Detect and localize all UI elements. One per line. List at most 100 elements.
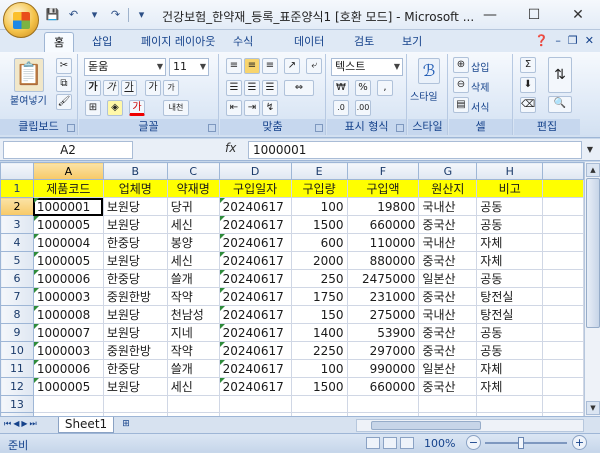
office-button[interactable] — [3, 2, 39, 38]
data-cell[interactable]: 쓸개 — [166, 269, 220, 288]
page-layout-view-icon[interactable] — [383, 437, 397, 449]
data-cell[interactable]: 보원당 — [102, 215, 168, 234]
data-cell[interactable]: 100 — [290, 197, 348, 216]
zoom-slider-thumb[interactable] — [518, 437, 524, 449]
ribbon-restore-icon[interactable]: ❐ — [568, 34, 578, 47]
row-header[interactable]: 6 — [0, 269, 34, 288]
data-cell[interactable]: 국내산 — [418, 233, 478, 252]
column-header[interactable]: B — [102, 162, 168, 180]
font-size-combo[interactable]: 11 ▼ — [169, 58, 209, 76]
empty-cell[interactable] — [542, 359, 584, 378]
empty-cell[interactable] — [542, 305, 584, 324]
number-format-combo[interactable]: 텍스트 ▼ — [331, 58, 403, 76]
shrink-font-button[interactable]: 가 — [163, 80, 179, 96]
data-cell[interactable]: 1000005 — [32, 251, 104, 270]
data-cell[interactable]: 1000008 — [32, 305, 104, 324]
data-cell[interactable]: 20240617 — [218, 359, 292, 378]
data-cell[interactable]: 20240617 — [218, 269, 292, 288]
data-cell[interactable]: 세신 — [166, 377, 220, 396]
clipboard-dialog-launcher[interactable] — [67, 124, 75, 132]
data-cell[interactable]: 20240617 — [218, 197, 292, 216]
zoom-level[interactable]: 100% — [424, 437, 455, 450]
data-cell[interactable]: 1500 — [290, 377, 348, 396]
header-cell[interactable]: 구입일자 — [218, 179, 292, 198]
data-cell[interactable]: 660000 — [346, 377, 420, 396]
vertical-scroll-thumb[interactable] — [586, 178, 600, 328]
data-cell[interactable]: 천남성 — [166, 305, 220, 324]
formula-input[interactable]: 1000001 — [248, 141, 582, 159]
autosum-icon[interactable]: Σ — [520, 57, 536, 73]
cut-icon[interactable]: ✂ — [56, 58, 72, 74]
data-cell[interactable]: 중국산 — [418, 251, 478, 270]
customize-qat-icon[interactable]: ▾ — [133, 6, 150, 23]
empty-cell[interactable] — [542, 215, 584, 234]
row-header[interactable]: 2 — [0, 197, 34, 216]
data-cell[interactable]: 봉양 — [166, 233, 220, 252]
row-header[interactable]: 3 — [0, 215, 34, 234]
row-header[interactable]: 12 — [0, 377, 34, 396]
data-cell[interactable]: 탕전실 — [476, 305, 544, 324]
data-cell[interactable]: 1400 — [290, 323, 348, 342]
data-cell[interactable]: 공동 — [476, 323, 544, 342]
zoom-slider-track[interactable] — [485, 442, 567, 444]
column-header[interactable]: E — [290, 162, 348, 180]
data-cell[interactable]: 1000001 — [32, 197, 104, 216]
ribbon-close-icon[interactable]: ✕ — [585, 34, 594, 47]
styles-icon[interactable]: ℬ — [418, 58, 440, 84]
row-header[interactable]: 4 — [0, 233, 34, 252]
header-cell[interactable]: 구입량 — [290, 179, 348, 198]
data-cell[interactable]: 880000 — [346, 251, 420, 270]
data-cell[interactable]: 20240617 — [218, 305, 292, 324]
data-cell[interactable]: 231000 — [346, 287, 420, 306]
insert-cells-button[interactable]: 삽입 — [471, 59, 489, 74]
undo-icon[interactable]: ↶ — [65, 6, 82, 23]
empty-cell[interactable] — [542, 251, 584, 270]
data-cell[interactable]: 보원당 — [102, 377, 168, 396]
data-cell[interactable]: 20240617 — [218, 323, 292, 342]
data-cell[interactable]: 중국산 — [418, 377, 478, 396]
empty-cell[interactable] — [542, 269, 584, 288]
delete-cells-button[interactable]: 삭제 — [471, 79, 489, 94]
empty-cell[interactable] — [542, 377, 584, 396]
merge-center-icon[interactable]: ⇔ — [284, 80, 314, 96]
header-cell[interactable]: 제품코드 — [32, 179, 104, 198]
empty-cell[interactable] — [542, 287, 584, 306]
row-header[interactable]: 5 — [0, 251, 34, 270]
row-header[interactable]: 11 — [0, 359, 34, 378]
data-cell[interactable]: 자체 — [476, 251, 544, 270]
help-icon[interactable]: ❓ — [535, 34, 549, 47]
row-header[interactable]: 10 — [0, 341, 34, 360]
decrease-indent-icon[interactable]: ⇤ — [226, 100, 242, 116]
data-cell[interactable]: 자체 — [476, 359, 544, 378]
data-cell[interactable]: 19800 — [346, 197, 420, 216]
save-icon[interactable]: 💾 — [44, 6, 61, 23]
tab-data[interactable]: 데이터 — [294, 32, 324, 52]
font-color-button[interactable]: 가 — [129, 100, 145, 116]
tab-view[interactable]: 보기 — [402, 32, 422, 52]
format-painter-icon[interactable]: 🖌 — [56, 94, 72, 110]
empty-cell[interactable] — [418, 395, 478, 413]
decrease-decimal-icon[interactable]: .00 — [355, 100, 371, 116]
data-cell[interactable]: 1000006 — [32, 359, 104, 378]
text-direction-icon[interactable]: ↯ — [262, 100, 278, 116]
percent-button[interactable]: % — [355, 80, 371, 96]
data-cell[interactable]: 지네 — [166, 323, 220, 342]
tab-page-layout[interactable]: 페이지 레이아웃 — [141, 32, 215, 52]
data-cell[interactable]: 20240617 — [218, 287, 292, 306]
empty-cell[interactable] — [166, 395, 220, 413]
align-left-icon[interactable]: ☰ — [226, 80, 242, 96]
number-dialog-launcher[interactable] — [396, 124, 404, 132]
horizontal-scroll-thumb[interactable] — [371, 421, 481, 430]
sheet-tab-sheet1[interactable]: Sheet1 — [58, 417, 114, 433]
zoom-out-icon[interactable]: − — [466, 435, 481, 450]
align-bottom-icon[interactable]: ≡ — [262, 58, 278, 74]
empty-cell[interactable] — [102, 395, 168, 413]
column-header[interactable]: F — [346, 162, 420, 180]
scroll-up-icon[interactable]: ▲ — [586, 163, 600, 177]
data-cell[interactable]: 공동 — [476, 215, 544, 234]
data-cell[interactable]: 보원당 — [102, 197, 168, 216]
empty-cell[interactable] — [218, 395, 292, 413]
data-cell[interactable]: 1000007 — [32, 323, 104, 342]
format-cells-button[interactable]: 서식 — [471, 99, 489, 114]
tab-formulas[interactable]: 수식 — [233, 32, 253, 52]
